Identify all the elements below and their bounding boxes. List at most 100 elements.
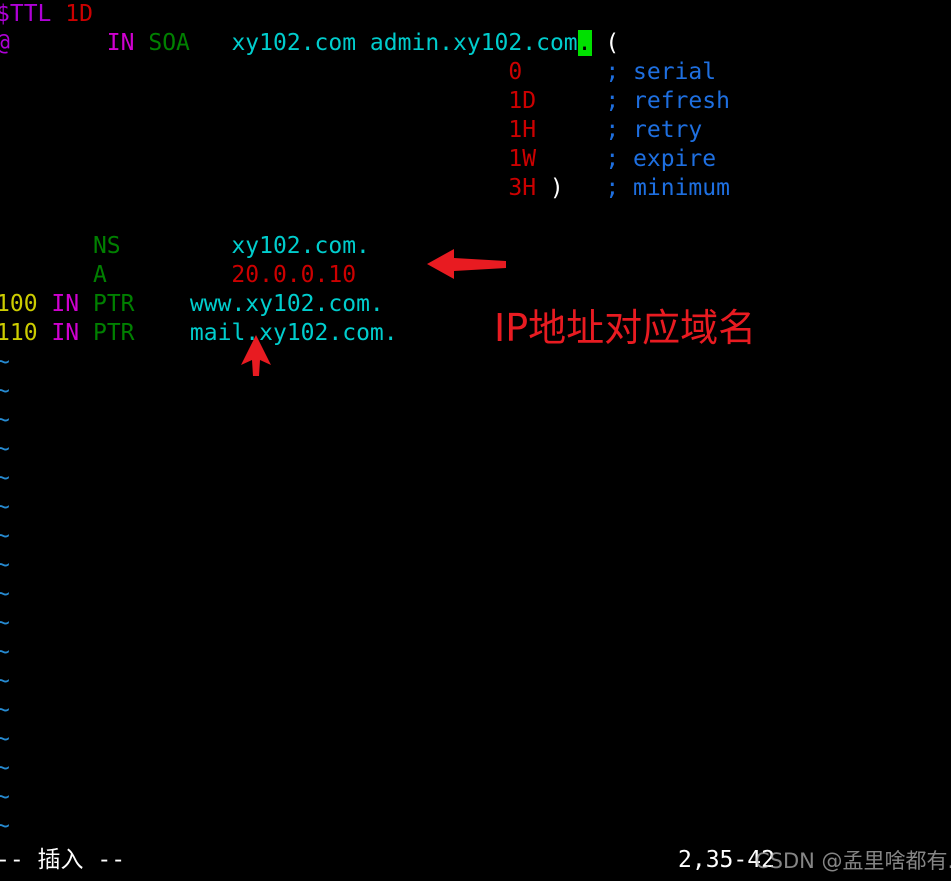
empty-line-marker-row: ~: [0, 783, 951, 812]
tilde-icon: ~: [0, 813, 10, 839]
line-soa-seg-3: [135, 30, 149, 56]
line-ns-seg-1: NS: [92, 233, 121, 259]
line-ptr-www-seg-6: www.xy102.com.: [189, 291, 384, 317]
line-soa-seg-8: [592, 30, 606, 56]
empty-line-marker-row: ~: [0, 377, 951, 406]
line-minimum-seg-1: 3H: [508, 175, 537, 201]
line-expire[interactable]: 1W ; expire: [0, 145, 951, 174]
empty-line-marker-row: ~: [0, 435, 951, 464]
line-ns[interactable]: NS xy102.com.: [0, 232, 951, 261]
vim-text-buffer[interactable]: $TTL 1D@ IN SOA xy102.com admin.xy102.co…: [0, 0, 951, 841]
empty-line-marker-row: ~: [0, 348, 951, 377]
empty-line-marker-row: ~: [0, 580, 951, 609]
tilde-icon: ~: [0, 436, 10, 462]
line-minimum-seg-0: [0, 175, 508, 201]
line-soa-seg-9: (: [605, 30, 620, 56]
line-ptr-mail-seg-1: [38, 320, 52, 346]
line-ptr-mail-seg-5: [135, 320, 190, 346]
line-a-seg-1: A: [92, 262, 107, 288]
line-ptr-www-seg-4: PTR: [92, 291, 135, 317]
tilde-icon: ~: [0, 465, 10, 491]
empty-line-marker-row: ~: [0, 609, 951, 638]
csdn-watermark: CSDN @孟里啥都有.: [755, 849, 951, 873]
tilde-icon: ~: [0, 726, 10, 752]
line-ptr-www-seg-0: 100: [0, 291, 38, 317]
line-refresh[interactable]: 1D ; refresh: [0, 87, 951, 116]
tilde-icon: ~: [0, 581, 10, 607]
line-ttl[interactable]: $TTL 1D: [0, 0, 951, 29]
line-ptr-mail-seg-3: [79, 320, 93, 346]
empty-line-marker-row: ~: [0, 696, 951, 725]
line-a-seg-0: [0, 262, 93, 288]
empty-line-marker-row: ~: [0, 725, 951, 754]
line-ttl-seg-2: 1D: [65, 1, 93, 27]
line-ptr-mail-seg-0: 110: [0, 320, 38, 346]
line-ptr-www-seg-1: [38, 291, 52, 317]
line-ns-seg-0: [0, 233, 93, 259]
line-soa[interactable]: @ IN SOA xy102.com admin.xy102.com. (: [0, 29, 951, 58]
line-retry[interactable]: 1H ; retry: [0, 116, 951, 145]
empty-line-marker-row: ~: [0, 667, 951, 696]
empty-line-marker-row: ~: [0, 754, 951, 783]
line-a[interactable]: A 20.0.0.10: [0, 261, 951, 290]
empty-line-marker-row: ~: [0, 522, 951, 551]
tilde-icon: ~: [0, 610, 10, 636]
line-serial-seg-1: 0: [508, 59, 523, 85]
tilde-icon: ~: [0, 755, 10, 781]
line-ptr-www-seg-2: IN: [51, 291, 80, 317]
empty-line-marker-row: ~: [0, 551, 951, 580]
empty-line-marker-row: ~: [0, 812, 951, 841]
line-a-seg-2: [107, 262, 232, 288]
line-expire-seg-2: [536, 146, 605, 172]
line-ns-seg-2: [121, 233, 232, 259]
line-ns-seg-3: xy102.com.: [231, 233, 370, 259]
line-expire-seg-0: [0, 146, 508, 172]
line-minimum[interactable]: 3H ) ; minimum: [0, 174, 951, 203]
line-serial-seg-0: [0, 59, 508, 85]
line-retry-seg-1: 1H: [508, 117, 537, 143]
tilde-icon: ~: [0, 668, 10, 694]
line-ptr-www[interactable]: 100 IN PTR www.xy102.com.: [0, 290, 951, 319]
line-retry-seg-2: [536, 117, 605, 143]
tilde-icon: ~: [0, 552, 10, 578]
line-soa-seg-5: [190, 30, 232, 56]
line-expire-seg-3: ; expire: [605, 146, 717, 172]
line-ptr-mail-seg-4: PTR: [92, 320, 135, 346]
empty-line-marker-row: ~: [0, 406, 951, 435]
line-ptr-mail-seg-6: mail.xy102.com.: [189, 320, 398, 346]
line-ptr-www-seg-5: [135, 291, 190, 317]
terminal-window[interactable]: $TTL 1D@ IN SOA xy102.com admin.xy102.co…: [0, 0, 951, 881]
line-refresh-seg-1: 1D: [508, 88, 537, 114]
tilde-icon: ~: [0, 697, 10, 723]
tilde-icon: ~: [0, 639, 10, 665]
line-soa-seg-7: .: [577, 30, 592, 56]
line-refresh-seg-2: [536, 88, 605, 114]
empty-line-marker-row: ~: [0, 638, 951, 667]
line-expire-seg-1: 1W: [508, 146, 537, 172]
tilde-icon: ~: [0, 407, 10, 433]
line-soa-seg-4: SOA: [148, 30, 190, 56]
tilde-icon: ~: [0, 494, 10, 520]
line-soa-seg-6: xy102.com admin.xy102.com: [231, 30, 578, 56]
line-minimum-seg-3: ): [549, 175, 564, 201]
line-ttl-seg-1: [51, 1, 65, 27]
line-retry-seg-0: [0, 117, 508, 143]
line-ttl-seg-0: $TTL: [0, 1, 52, 27]
tilde-icon: ~: [0, 784, 10, 810]
line-soa-seg-2: IN: [106, 30, 135, 56]
line-a-seg-3: 20.0.0.10: [231, 262, 357, 288]
line-refresh-seg-3: ; refresh: [605, 88, 730, 114]
line-serial-seg-2: [522, 59, 605, 85]
tilde-icon: ~: [0, 349, 10, 375]
line-serial[interactable]: 0 ; serial: [0, 58, 951, 87]
tilde-icon: ~: [0, 378, 10, 404]
empty-line-marker-row: ~: [0, 464, 951, 493]
line-retry-seg-3: ; retry: [605, 117, 703, 143]
line-soa-seg-0: @: [0, 30, 10, 56]
tilde-icon: ~: [0, 523, 10, 549]
line-refresh-seg-0: [0, 88, 508, 114]
line-minimum-seg-2: [536, 175, 550, 201]
line-ptr-www-seg-3: [79, 291, 93, 317]
line-ptr-mail[interactable]: 110 IN PTR mail.xy102.com.: [0, 319, 951, 348]
line-blank-1[interactable]: [0, 203, 951, 232]
